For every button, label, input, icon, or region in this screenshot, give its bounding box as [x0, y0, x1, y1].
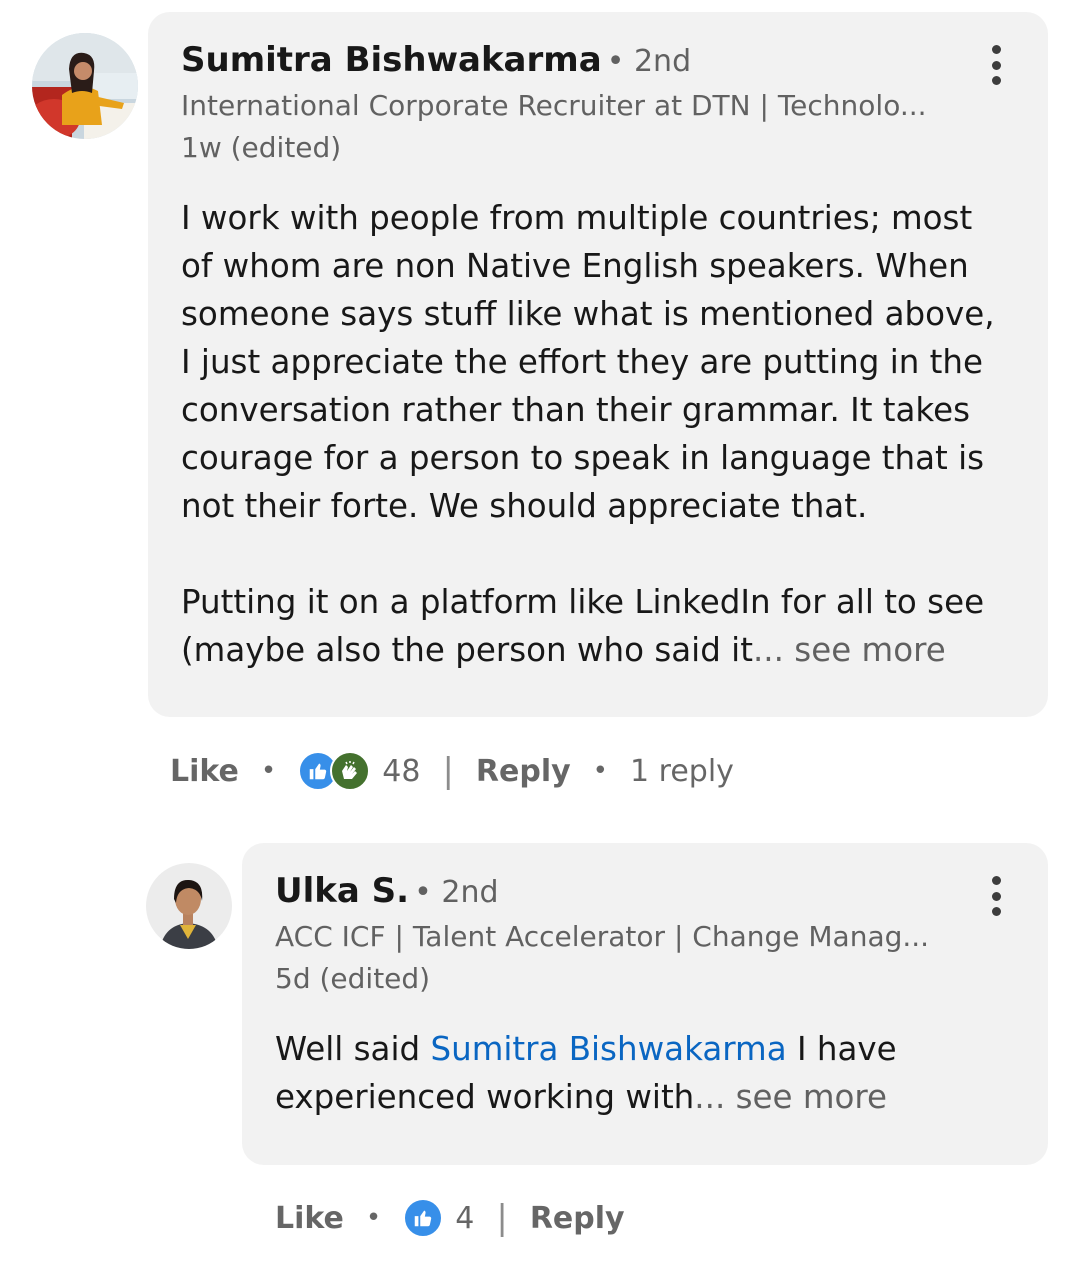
reaction-count[interactable]: 48 [382, 754, 420, 789]
comment-line: not their forte. We should appreciate th… [181, 487, 868, 525]
reply-timestamp: 5d (edited) [275, 962, 431, 995]
separator-pipe: | [442, 751, 454, 791]
reply-body: Well said Sumitra Bishwakarma I have exp… [275, 1025, 1035, 1121]
mention-link[interactable]: Sumitra Bishwakarma [430, 1030, 786, 1068]
see-more-link[interactable]: ... see more [694, 1078, 887, 1116]
reactions-summary[interactable] [298, 751, 371, 791]
like-button[interactable]: Like [170, 754, 239, 789]
reactions-summary[interactable] [403, 1198, 444, 1238]
comment-timestamp: 1w (edited) [181, 131, 342, 164]
reply-text: experienced working with [275, 1078, 695, 1116]
comment-line: I just appreciate the effort they are pu… [181, 343, 984, 381]
comment-line: I work with people from multiple countri… [181, 199, 973, 237]
reply-author-name[interactable]: Ulka S. [275, 871, 409, 911]
connection-degree: • 2nd [606, 44, 692, 79]
separator-pipe: | [496, 1198, 508, 1238]
comment-line: someone says stuff like what is mentione… [181, 295, 995, 333]
reply-more-options-icon[interactable] [984, 876, 1008, 916]
profile-photo-icon [32, 33, 138, 139]
reply-author-headline: ACC ICF | Talent Accelerator | Change Ma… [275, 920, 930, 953]
comment-line: courage for a person to speak in languag… [181, 439, 985, 477]
replies-count-link[interactable]: 1 reply [630, 754, 734, 789]
reply-text: I have [786, 1030, 897, 1068]
comment-author-row: Sumitra Bishwakarma • 2nd [181, 40, 691, 80]
comment-author-name[interactable]: Sumitra Bishwakarma [181, 40, 602, 80]
avatar-ulka[interactable] [146, 863, 232, 949]
separator-dot: • [592, 756, 609, 786]
reply-action-bar: Like • 4 | Reply [275, 1195, 625, 1241]
comment-more-options-icon[interactable] [984, 45, 1008, 85]
avatar-sumitra[interactable] [32, 33, 138, 139]
reply-button[interactable]: Reply [530, 1201, 625, 1236]
reply-author-row: Ulka S. • 2nd [275, 871, 499, 911]
comment-line: Putting it on a platform like LinkedIn f… [181, 583, 985, 621]
comment-line: conversation rather than their grammar. … [181, 391, 971, 429]
separator-dot: • [260, 756, 277, 786]
comment-author-headline: International Corporate Recruiter at DTN… [181, 89, 927, 122]
like-reaction-icon [403, 1198, 444, 1238]
comment-line: of whom are non Native English speakers.… [181, 247, 969, 285]
connection-degree: • 2nd [414, 875, 499, 910]
see-more-link[interactable]: ... see more [753, 631, 946, 669]
comment-line: (maybe also the person who said it [181, 631, 753, 669]
reaction-count[interactable]: 4 [455, 1201, 474, 1236]
separator-dot: • [365, 1203, 382, 1233]
reply-button[interactable]: Reply [476, 754, 571, 789]
comment-action-bar: Like • 48 | Reply • 1 reply [170, 748, 734, 794]
profile-photo-icon [146, 863, 232, 949]
like-button[interactable]: Like [275, 1201, 344, 1236]
celebrate-reaction-icon [330, 751, 371, 791]
comment-body: I work with people from multiple countri… [181, 194, 1031, 674]
reply-text: Well said [275, 1030, 431, 1068]
